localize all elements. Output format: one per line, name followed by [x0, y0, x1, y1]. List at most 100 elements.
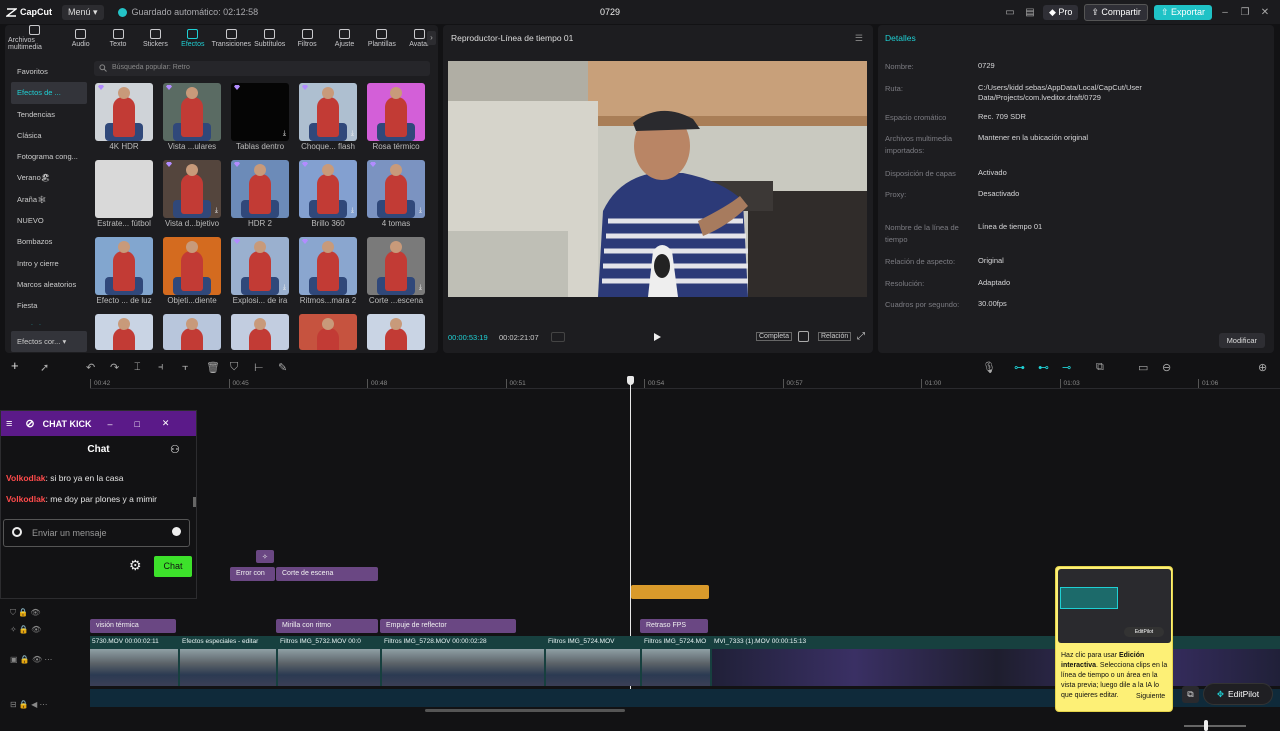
category-item[interactable]: Intro y cierre [11, 253, 87, 274]
video-clip[interactable] [180, 649, 276, 686]
hamburger-icon[interactable]: ≡ [6, 418, 12, 430]
category-item[interactable]: Fiesta [11, 295, 87, 316]
full-quality-button[interactable]: Completa [756, 332, 792, 341]
effects-search-input[interactable]: Búsqueda popular: Retro [94, 61, 430, 76]
shortcuts-icon[interactable]: ▤ [1023, 6, 1037, 20]
chat-minimize-icon[interactable]: – [107, 419, 112, 429]
effect-clip[interactable]: Retraso FPS [640, 619, 708, 633]
chat-send-button[interactable]: Chat [154, 556, 192, 577]
effect-thumbnail[interactable]: ⤓ [367, 237, 425, 295]
video-clip[interactable] [712, 649, 1280, 686]
time-ruler[interactable]: 00:42 00:45 00:48 00:51 00:54 00:57 01:00 01:03… [90, 377, 1280, 389]
video-preview[interactable] [448, 61, 867, 297]
tab-texto[interactable]: Texto [99, 25, 136, 51]
effect-thumbnail[interactable] [367, 83, 425, 141]
tab-transiciones[interactable]: Transiciones [212, 25, 251, 51]
effect-clip[interactable]: Corte de escena [276, 567, 378, 581]
split-right-icon[interactable]: ⫟ [182, 361, 193, 373]
category-item[interactable]: Efectos de ... [11, 82, 87, 104]
category-item[interactable]: Araña🕸 [11, 189, 87, 210]
effect-thumbnail[interactable]: ⤓ [231, 237, 289, 295]
download-icon[interactable]: ⤓ [419, 284, 422, 292]
split-view-icon[interactable]: ⧉ [1096, 361, 1107, 373]
video-clip[interactable] [90, 649, 178, 686]
video-clip[interactable] [382, 649, 544, 686]
preview-axis-icon[interactable]: ⊸ [1062, 361, 1073, 374]
effect-thumbnail[interactable]: ⤓ [299, 160, 357, 218]
category-item[interactable]: Tendencias [11, 104, 87, 125]
effect-thumbnail[interactable] [299, 237, 357, 295]
zoom-in-icon[interactable]: ⊕ [1258, 361, 1269, 374]
download-icon[interactable]: ⤓ [215, 207, 218, 215]
export-button[interactable]: ⇧ Exportar [1153, 5, 1212, 20]
effect-thumbnail[interactable] [163, 83, 221, 141]
chat-close-icon[interactable]: ✕ [162, 418, 170, 429]
category-item[interactable]: Favoritos [11, 61, 87, 82]
split-icon[interactable]: ⌶ [134, 361, 145, 373]
video-clip[interactable] [278, 649, 380, 686]
redo-icon[interactable]: ↷ [110, 361, 121, 374]
users-icon[interactable]: ⚇ [170, 443, 180, 456]
tabs-scroll-right-icon[interactable]: › [427, 31, 436, 45]
effect-thumbnail[interactable]: ⤓ [163, 160, 221, 218]
tab-stickers[interactable]: Stickers [137, 25, 174, 51]
add-track-icon[interactable]: + [11, 358, 22, 373]
play-icon[interactable] [653, 332, 662, 342]
tooltip-next-button[interactable]: Siguiente [1136, 693, 1165, 700]
effect-thumbnail[interactable] [231, 160, 289, 218]
download-icon[interactable]: ⤓ [351, 207, 354, 215]
chat-maximize-icon[interactable]: □ [134, 419, 139, 429]
category-item[interactable]: Fotograma cong... [11, 146, 87, 167]
effect-thumbnail[interactable] [163, 237, 221, 295]
effect-thumbnail[interactable] [95, 83, 153, 141]
tab-plantillas[interactable]: Plantillas [363, 25, 400, 51]
chat-message-input[interactable]: Enviar un mensaje [3, 519, 190, 547]
effect-thumbnail[interactable] [231, 314, 289, 350]
effect-thumbnail[interactable] [163, 314, 221, 350]
editpilot-button[interactable]: ✥ EditPilot [1203, 683, 1273, 705]
modify-button[interactable]: Modificar [1218, 333, 1265, 348]
effect-thumbnail[interactable]: ⤓ [367, 160, 425, 218]
effect-thumbnail[interactable] [95, 314, 153, 350]
effect-clip[interactable]: visión térmica [90, 619, 176, 633]
chat-scrollbar[interactable] [193, 497, 196, 507]
category-item[interactable]: NUEVO [11, 210, 87, 231]
tab-audio[interactable]: Audio [62, 25, 99, 51]
tab-filtros[interactable]: Filtros [288, 25, 325, 51]
share-button[interactable]: ⇪ Compartir [1084, 4, 1148, 21]
download-icon[interactable]: ⤓ [419, 207, 422, 215]
menu-button[interactable]: Menú ▾ [62, 4, 104, 20]
effect-clip-small[interactable]: ✧ [256, 550, 274, 563]
layout-icon[interactable]: ▭ [1003, 6, 1017, 20]
effect-clip[interactable]: Mirilla con ritmo [276, 619, 378, 633]
tab-ajuste[interactable]: Ajuste [326, 25, 363, 51]
magnet-icon[interactable]: ⊷ [1038, 361, 1049, 374]
aspect-ratio-button[interactable]: Relación [818, 332, 852, 341]
zoom-out-icon[interactable]: ⊖ [1162, 361, 1173, 374]
player-menu-icon[interactable]: ☰ [855, 33, 863, 44]
effect-thumbnail[interactable]: ⤓ [231, 83, 289, 141]
category-item[interactable]: Bombazos [11, 231, 87, 252]
pro-button[interactable]: ◆ Pro [1042, 5, 1079, 20]
effect-thumbnail[interactable] [95, 237, 153, 295]
video-clip[interactable] [546, 649, 640, 686]
timecode-grid-icon[interactable] [551, 332, 565, 342]
snapshot-icon[interactable] [798, 331, 809, 342]
minimize-icon[interactable]: – [1218, 6, 1232, 20]
screen-icon[interactable]: ▭ [1138, 361, 1149, 374]
effect-clip[interactable]: Empuje de reflector [380, 619, 516, 633]
tab-subtítulos[interactable]: Subtítulos [251, 25, 288, 51]
tab-archivos-multimedia[interactable]: Archivos multimedia [8, 25, 62, 51]
link-main-track-icon[interactable]: ⊶ [1014, 361, 1025, 374]
download-icon[interactable]: ⤓ [283, 284, 286, 292]
zoom-slider[interactable] [1184, 725, 1246, 727]
effect-thumbnail[interactable] [95, 160, 153, 218]
delete-icon[interactable]: 🗑 [206, 361, 220, 374]
category-dropdown[interactable]: Efectos cor... ▾ [11, 330, 87, 352]
close-icon[interactable]: ✕ [1258, 6, 1272, 20]
category-item[interactable]: Verano🏖 [11, 167, 87, 188]
category-item[interactable]: Movimiento [11, 317, 87, 325]
timeline-scrollbar[interactable] [425, 709, 625, 712]
video-clip[interactable] [642, 649, 710, 686]
select-tool-icon[interactable]: ➚ [40, 361, 51, 374]
